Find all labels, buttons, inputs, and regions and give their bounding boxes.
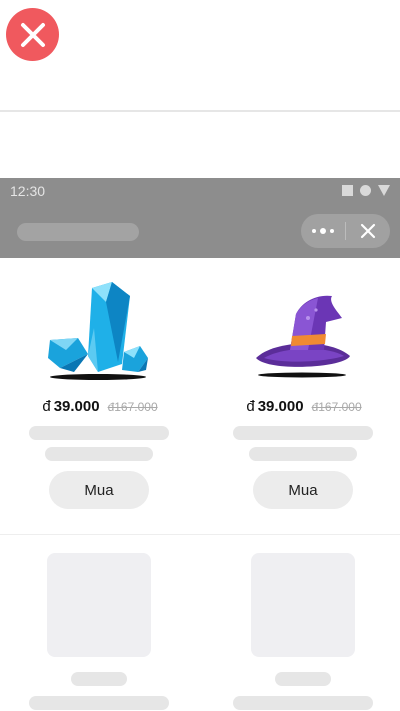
witch-hat-icon: [256, 295, 350, 378]
image-placeholder: [251, 553, 355, 657]
more-dots-icon-center: [320, 228, 326, 234]
square-icon: [342, 185, 353, 196]
row-divider: [0, 534, 400, 535]
text-placeholder: [71, 672, 127, 686]
top-divider: [0, 110, 400, 112]
circle-icon: [360, 185, 371, 196]
close-icon: [360, 223, 376, 239]
miniapp-close-button[interactable]: [346, 214, 390, 248]
status-bar: 12:30: [0, 178, 400, 206]
price: đ 39.000: [246, 398, 303, 415]
image-placeholder: [47, 553, 151, 657]
price-value: 39.000: [53, 398, 100, 415]
buy-button[interactable]: Mua: [253, 471, 353, 509]
text-placeholder: [233, 696, 373, 710]
title-bar: [0, 206, 400, 258]
currency-symbol: đ: [42, 398, 51, 415]
close-icon: [20, 22, 45, 47]
more-dots-icon-right: [330, 229, 334, 233]
text-placeholder: [45, 447, 153, 461]
more-button[interactable]: [301, 214, 345, 248]
price-row: đ 39.000 đ167.000: [204, 398, 400, 415]
old-price: đ167.000: [107, 400, 158, 414]
status-time: 12:30: [10, 183, 46, 199]
triangle-icon: [378, 185, 390, 196]
text-placeholder: [249, 447, 357, 461]
old-price: đ167.000: [311, 400, 362, 414]
menu-capsule: [301, 214, 390, 248]
overlay-close-button[interactable]: [6, 8, 59, 61]
price: đ 39.000: [42, 398, 99, 415]
currency-symbol: đ: [246, 398, 255, 415]
text-placeholder: [233, 426, 373, 440]
more-dots-icon: [312, 229, 316, 233]
buy-button[interactable]: Mua: [49, 471, 149, 509]
miniapp-window: 12:30 đ 39.000 đ167.000 Mua đ 39.000 đ16…: [0, 178, 400, 711]
price-row: đ 39.000 đ167.000: [0, 398, 200, 415]
text-placeholder: [29, 426, 169, 440]
text-placeholder: [275, 672, 331, 686]
status-icons: [342, 185, 390, 196]
text-placeholder: [29, 696, 169, 710]
price-value: 39.000: [257, 398, 304, 415]
crystal-icon: [48, 282, 148, 380]
title-placeholder: [17, 223, 139, 241]
